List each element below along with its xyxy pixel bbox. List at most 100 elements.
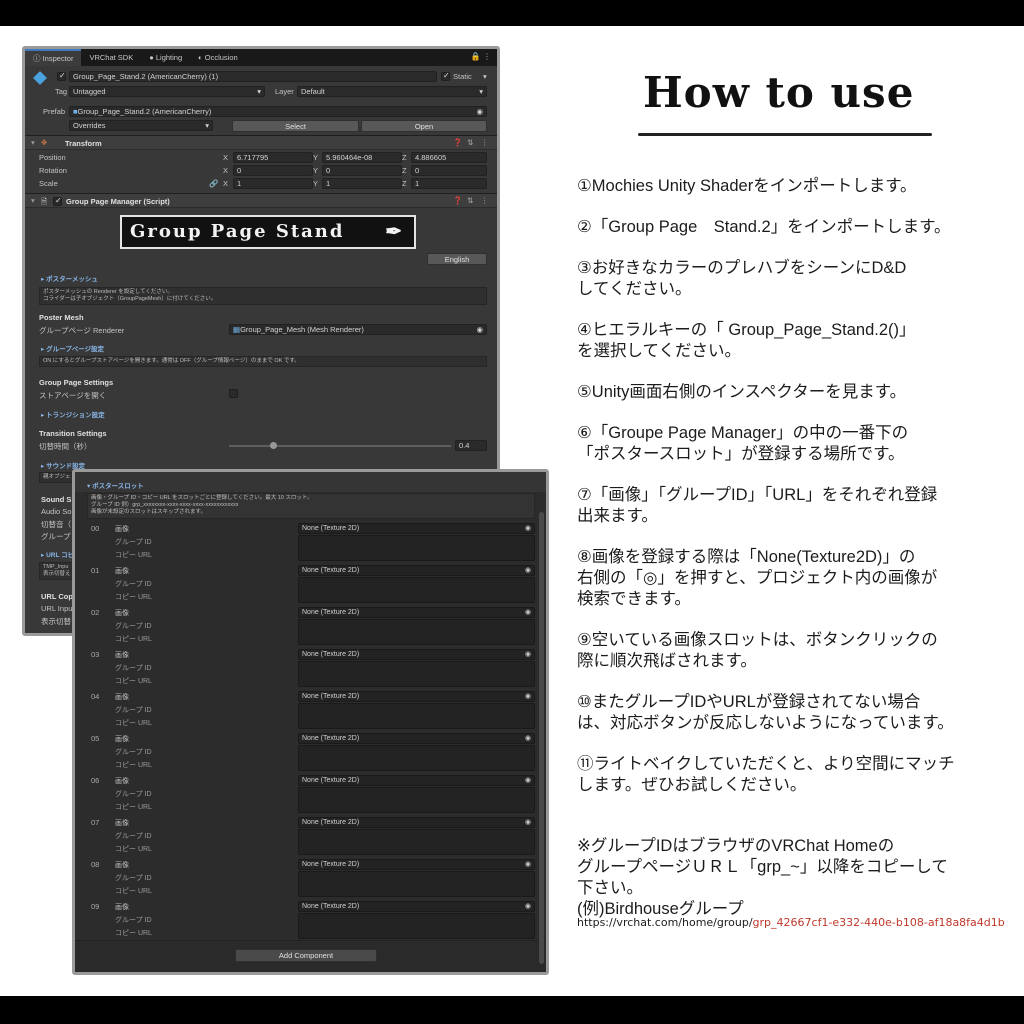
example-url[interactable]: https://vrchat.com/home/group/grp_42667c… [577, 916, 1005, 929]
object-picker-icon[interactable]: ◉ [476, 107, 483, 116]
tab-inspector[interactable]: ⓘ Inspector [25, 49, 82, 66]
more-icon[interactable]: ⋮ [481, 196, 489, 205]
title-underline [638, 133, 932, 136]
group-id-url-field[interactable] [298, 577, 535, 603]
rotation-label: Rotation [39, 166, 67, 175]
texture-value: None (Texture 2D) [302, 567, 360, 574]
texture-field[interactable]: None (Texture 2D) ◉ [298, 733, 535, 744]
texture-field[interactable]: None (Texture 2D) ◉ [298, 859, 535, 870]
rotation-y-field[interactable]: 0 [322, 165, 402, 176]
group-page-section[interactable]: ▸ グループページ設定 [41, 343, 104, 353]
layer-label: Layer [275, 87, 294, 96]
switch-time-field[interactable]: 0.4 [455, 440, 487, 451]
help-icon[interactable]: ❓ [453, 138, 462, 147]
switch-time-slider-track[interactable] [229, 445, 451, 447]
switch-sound-label: 切替音（ [41, 520, 71, 529]
object-picker-icon[interactable]: ◉ [525, 566, 531, 576]
group-id-url-field[interactable] [298, 661, 535, 687]
position-z-field[interactable]: 4.886605 [411, 152, 487, 163]
object-picker-icon[interactable]: ◉ [525, 818, 531, 828]
tab-occlusion[interactable]: ◐ Occlusion [190, 49, 246, 66]
group-id-url-field[interactable] [298, 619, 535, 645]
lock-icon[interactable]: 🔒 ⋮ [471, 52, 491, 61]
prefab-open-button[interactable]: Open [361, 120, 487, 132]
group-id-url-field[interactable] [298, 535, 535, 561]
overrides-dropdown[interactable]: Overrides ▾ [69, 120, 213, 131]
script-enabled-checkbox[interactable] [53, 196, 62, 206]
object-picker-icon[interactable]: ◉ [525, 734, 531, 744]
tag-value: Untagged [73, 87, 106, 96]
add-component-button[interactable]: Add Component [235, 949, 377, 962]
layer-dropdown[interactable]: Default ▾ [297, 86, 487, 97]
texture-field[interactable]: None (Texture 2D) ◉ [298, 901, 535, 912]
object-picker-icon[interactable]: ◉ [525, 860, 531, 870]
help-icon[interactable]: ❓ [453, 196, 462, 205]
active-checkbox[interactable] [57, 71, 66, 81]
occlusion-icon: ◐ [198, 53, 205, 62]
position-x-field[interactable]: 6.717795 [233, 152, 313, 163]
store-page-checkbox[interactable] [229, 389, 238, 398]
object-picker-icon[interactable]: ◉ [525, 776, 531, 786]
group-id-url-field[interactable] [298, 829, 535, 855]
static-checkbox[interactable] [441, 71, 450, 81]
poster-slot-help: 画像・グループ ID・コピー URL をスロットごとに登録してください。最大 1… [87, 493, 535, 519]
rotation-x-field[interactable]: 0 [233, 165, 313, 176]
preset-icon[interactable]: ⇅ [467, 196, 473, 205]
texture-field[interactable]: None (Texture 2D) ◉ [298, 649, 535, 660]
poster-slots-window: ▾ ポスタースロット 画像・グループ ID・コピー URL をスロットごとに登録… [72, 469, 549, 975]
url-input-label: URL Inpu [41, 604, 73, 613]
transform-header[interactable]: ▾ ✥ Transform ❓ ⇅ ⋮ [25, 135, 497, 150]
tab-lighting[interactable]: ● Lighting [141, 49, 190, 66]
axis-z-label: Z [402, 179, 407, 188]
scale-x-field[interactable]: 1 [233, 178, 313, 189]
texture-field[interactable]: None (Texture 2D) ◉ [298, 691, 535, 702]
group-id-label: グループ ID [115, 665, 152, 672]
script-header[interactable]: ▾ 🗎 Group Page Manager (Script) ❓ ⇅ ⋮ [25, 193, 497, 208]
texture-field[interactable]: None (Texture 2D) ◉ [298, 523, 535, 534]
texture-field[interactable]: None (Texture 2D) ◉ [298, 775, 535, 786]
texture-field[interactable]: None (Texture 2D) ◉ [298, 607, 535, 618]
object-picker-icon[interactable]: ◉ [525, 608, 531, 618]
group-id-url-field[interactable] [298, 871, 535, 897]
rotation-z-field[interactable]: 0 [411, 165, 487, 176]
object-name-field[interactable]: Group_Page_Stand.2 (AmericanCherry) (1) [69, 71, 437, 82]
preset-icon[interactable]: ⇅ [467, 138, 473, 147]
prefab-select-button[interactable]: Select [232, 120, 359, 132]
scale-z-field[interactable]: 1 [411, 178, 487, 189]
url-copy-section[interactable]: ▸ URL コピ [41, 549, 74, 559]
object-picker-icon[interactable]: ◉ [525, 902, 531, 912]
switch-time-slider-handle[interactable] [270, 442, 278, 449]
english-button[interactable]: English [427, 253, 487, 265]
poster-slot-section[interactable]: ▾ ポスタースロット [87, 480, 144, 490]
prefab-value: Group_Page_Stand.2 (AmericanCherry) [77, 107, 212, 116]
group-id-url-field[interactable] [298, 745, 535, 771]
position-y-field[interactable]: 5.960464e-08 [322, 152, 402, 163]
url-group-id: grp_42667cf1-e332-440e-b108-af18a8fa4d1b [752, 916, 1005, 929]
chevron-down-icon: ▾ [257, 87, 261, 96]
object-picker-icon[interactable]: ◉ [525, 524, 531, 534]
group-id-url-field[interactable] [298, 913, 535, 939]
prefab-field[interactable]: ■Group_Page_Stand.2 (AmericanCherry) ◉ [69, 106, 487, 117]
switch-time-value: 0.4 [459, 441, 470, 450]
chevron-down-icon[interactable]: ▾ [483, 72, 487, 81]
poster-mesh-section[interactable]: ▸ ポスターメッシュ [41, 273, 98, 283]
group-page-renderer-field[interactable]: ▦Group_Page_Mesh (Mesh Renderer) ◉ [229, 324, 487, 335]
object-picker-icon[interactable]: ◉ [525, 692, 531, 702]
vertical-scrollbar[interactable] [539, 512, 544, 964]
texture-field[interactable]: None (Texture 2D) ◉ [298, 565, 535, 576]
tab-vrchat-sdk[interactable]: VRChat SDK [81, 49, 141, 66]
link-scale-icon[interactable]: 🔗 [209, 179, 218, 188]
object-picker-icon[interactable]: ◉ [525, 650, 531, 660]
group-id-url-field[interactable] [298, 703, 535, 729]
group-id-url-field[interactable] [298, 787, 535, 813]
texture-value: None (Texture 2D) [302, 651, 360, 658]
copy-url-label: コピー URL [115, 720, 152, 727]
transition-section[interactable]: ▸ トランジション設定 [41, 409, 105, 419]
scale-y-field[interactable]: 1 [322, 178, 402, 189]
texture-field[interactable]: None (Texture 2D) ◉ [298, 817, 535, 828]
tag-dropdown[interactable]: Untagged ▾ [69, 86, 265, 97]
fold-arrow-icon: ▾ [31, 196, 35, 205]
more-icon[interactable]: ⋮ [481, 138, 489, 147]
object-picker-icon[interactable]: ◉ [476, 325, 483, 334]
texture-value: None (Texture 2D) [302, 777, 360, 784]
